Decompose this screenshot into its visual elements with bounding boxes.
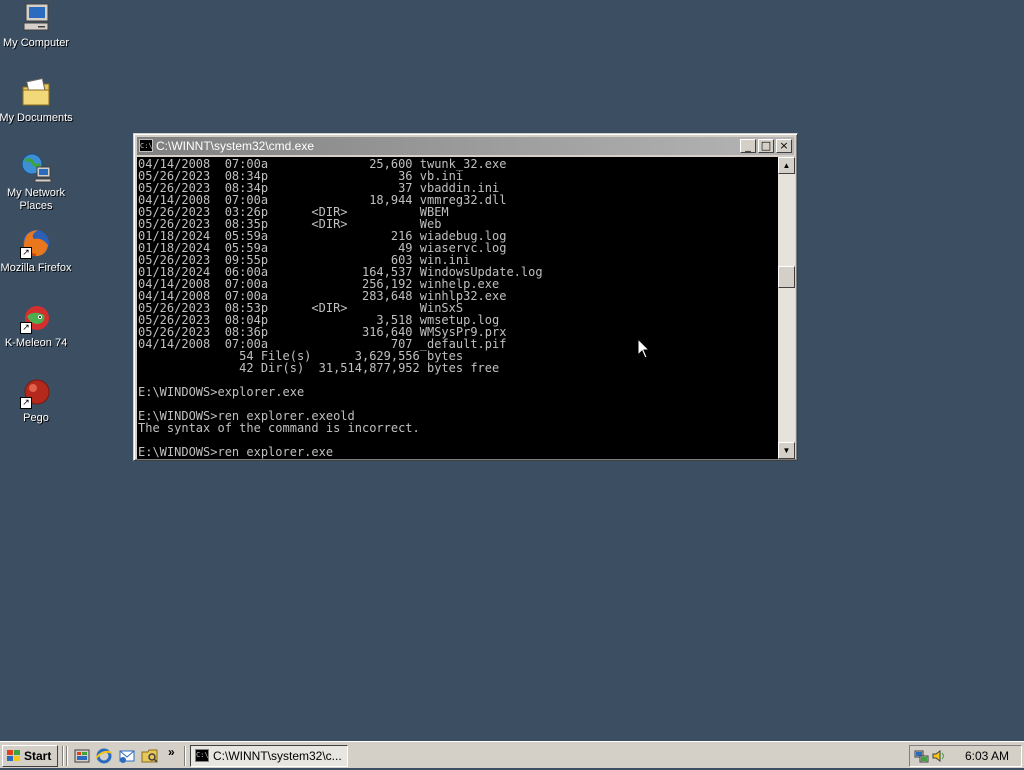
taskbar-separator (184, 746, 186, 766)
console-line: The syntax of the command is incorrect. (138, 421, 420, 435)
quick-launch-chevron[interactable]: » (168, 745, 175, 759)
pego-icon: ↗ (20, 377, 52, 409)
taskbar: Start » C:\ C:\WINNT\system32\c... 6:03 … (0, 741, 1024, 768)
taskbar-button-cmd[interactable]: C:\ C:\WINNT\system32\c... (190, 745, 348, 767)
shortcut-arrow-icon: ↗ (20, 397, 32, 409)
taskbar-separator (66, 746, 68, 766)
windows-flag-icon (6, 749, 22, 763)
task-label: C:\WINNT\system32\c... (213, 749, 342, 763)
console-line: E:\WINDOWS>ren explorer.exe (138, 445, 334, 459)
console-text: 04/14/2008 07:00a 25,600 twunk_32.exe 05… (137, 158, 778, 458)
desktop-icon-label: My Documents (0, 112, 73, 124)
scroll-thumb[interactable] (778, 266, 795, 288)
window-title: C:\WINNT\system32\cmd.exe (156, 139, 315, 153)
clock[interactable]: 6:03 AM (965, 746, 1009, 766)
firefox-icon: ↗ (20, 227, 52, 259)
cmd-window[interactable]: C:\ C:\WINNT\system32\cmd.exe _ □ × 04/1… (133, 133, 798, 461)
mouse-cursor-icon (637, 337, 651, 360)
system-tray: 6:03 AM (909, 745, 1022, 767)
desktop-icon-label: My Computer (2, 37, 70, 49)
console-line: 42 Dir(s) 31,514,877,952 bytes free (239, 361, 500, 375)
start-label: Start (24, 749, 52, 763)
scroll-down-button[interactable]: ▼ (778, 442, 795, 459)
desktop-icon-my-documents[interactable]: My Documents (0, 77, 75, 125)
title-bar[interactable]: C:\ C:\WINNT\system32\cmd.exe _ □ × (137, 137, 794, 155)
scroll-up-button[interactable]: ▲ (778, 157, 795, 174)
ie-icon[interactable] (95, 747, 113, 765)
close-button[interactable]: × (776, 139, 792, 153)
k-meleon-icon: ↗ (20, 302, 52, 334)
vertical-scrollbar[interactable]: ▲ ▼ (778, 157, 795, 459)
desktop-icon-k-meleon[interactable]: ↗ K-Meleon 74 (0, 302, 75, 350)
desktop-icon-pego[interactable]: ↗ Pego (0, 377, 75, 425)
show-desktop-icon[interactable] (73, 747, 91, 765)
desktop-icon-network-places[interactable]: My Network Places (0, 152, 75, 213)
shortcut-arrow-icon: ↗ (20, 322, 32, 334)
desktop-icon-label: My Network Places (6, 187, 66, 212)
my-computer-icon (20, 2, 52, 34)
outlook-icon[interactable] (118, 747, 136, 765)
maximize-button[interactable]: □ (758, 139, 774, 153)
start-button[interactable]: Start (2, 745, 58, 767)
desktop-icon-label: Pego (23, 412, 49, 424)
volume-tray-icon[interactable] (931, 749, 947, 763)
taskbar-separator (62, 746, 64, 766)
my-documents-icon (20, 77, 52, 109)
desktop-icon-label: Mozilla Firefox (0, 262, 72, 274)
desktop-icon-my-computer[interactable]: My Computer (0, 2, 75, 50)
minimize-button[interactable]: _ (740, 139, 756, 153)
shortcut-arrow-icon: ↗ (20, 247, 32, 259)
explorer-icon[interactable] (141, 747, 159, 765)
network-places-icon (20, 152, 52, 184)
cmd-icon[interactable]: C:\ (139, 139, 153, 152)
console-line: E:\WINDOWS>explorer.exe (138, 385, 305, 399)
network-tray-icon[interactable] (914, 749, 930, 763)
console-output[interactable]: 04/14/2008 07:00a 25,600 twunk_32.exe 05… (137, 157, 778, 459)
desktop-icon-firefox[interactable]: ↗ Mozilla Firefox (0, 227, 75, 275)
cmd-icon: C:\ (195, 749, 209, 762)
desktop-icon-label: K-Meleon 74 (4, 337, 68, 349)
